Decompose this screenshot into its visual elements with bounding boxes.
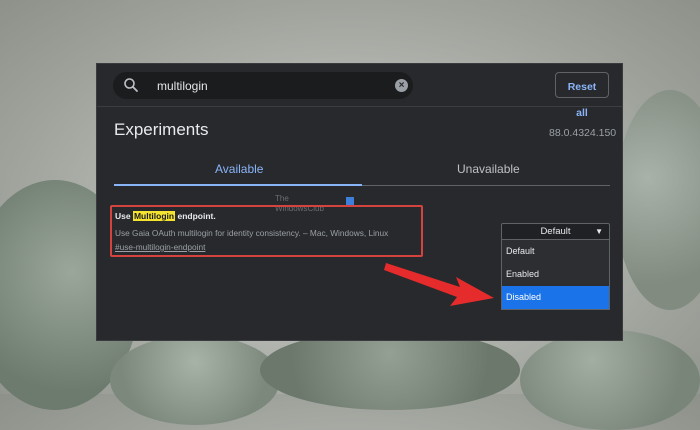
search-input[interactable]: multilogin [157,79,208,93]
flag-name: Use Multilogin endpoint. [115,211,216,221]
option-disabled[interactable]: Disabled [502,286,609,309]
experiments-panel: multilogin × Reset all Experiments 88.0.… [96,63,623,341]
wallpaper-shape [110,335,280,425]
watermark-logo [346,197,354,205]
tab-unavailable[interactable]: Unavailable [457,162,520,176]
select-value: Default [540,226,571,237]
search-bar[interactable]: multilogin × [113,72,413,99]
flag-description: Use Gaia OAuth multilogin for identity c… [115,228,389,238]
tab-available[interactable]: Available [215,162,263,176]
wallpaper-shape [520,330,700,430]
active-tab-indicator [114,184,362,186]
select-dropdown: Default Enabled Disabled [501,239,610,310]
chevron-down-icon: ▼ [595,227,603,236]
search-highlight: Multilogin [132,211,176,221]
option-default[interactable]: Default [502,240,609,263]
option-enabled[interactable]: Enabled [502,263,609,286]
clear-icon[interactable]: × [395,79,408,92]
wallpaper-shape [260,330,520,410]
wallpaper-shape [615,90,700,310]
divider [97,106,622,107]
flag-permalink[interactable]: #use-multilogin-endpoint [115,242,205,252]
reset-all-button[interactable]: Reset all [555,72,609,119]
annotation-arrow [384,263,494,306]
page-title: Experiments [114,120,209,139]
version-label: 88.0.4324.150 [549,127,617,139]
search-icon [124,78,138,92]
